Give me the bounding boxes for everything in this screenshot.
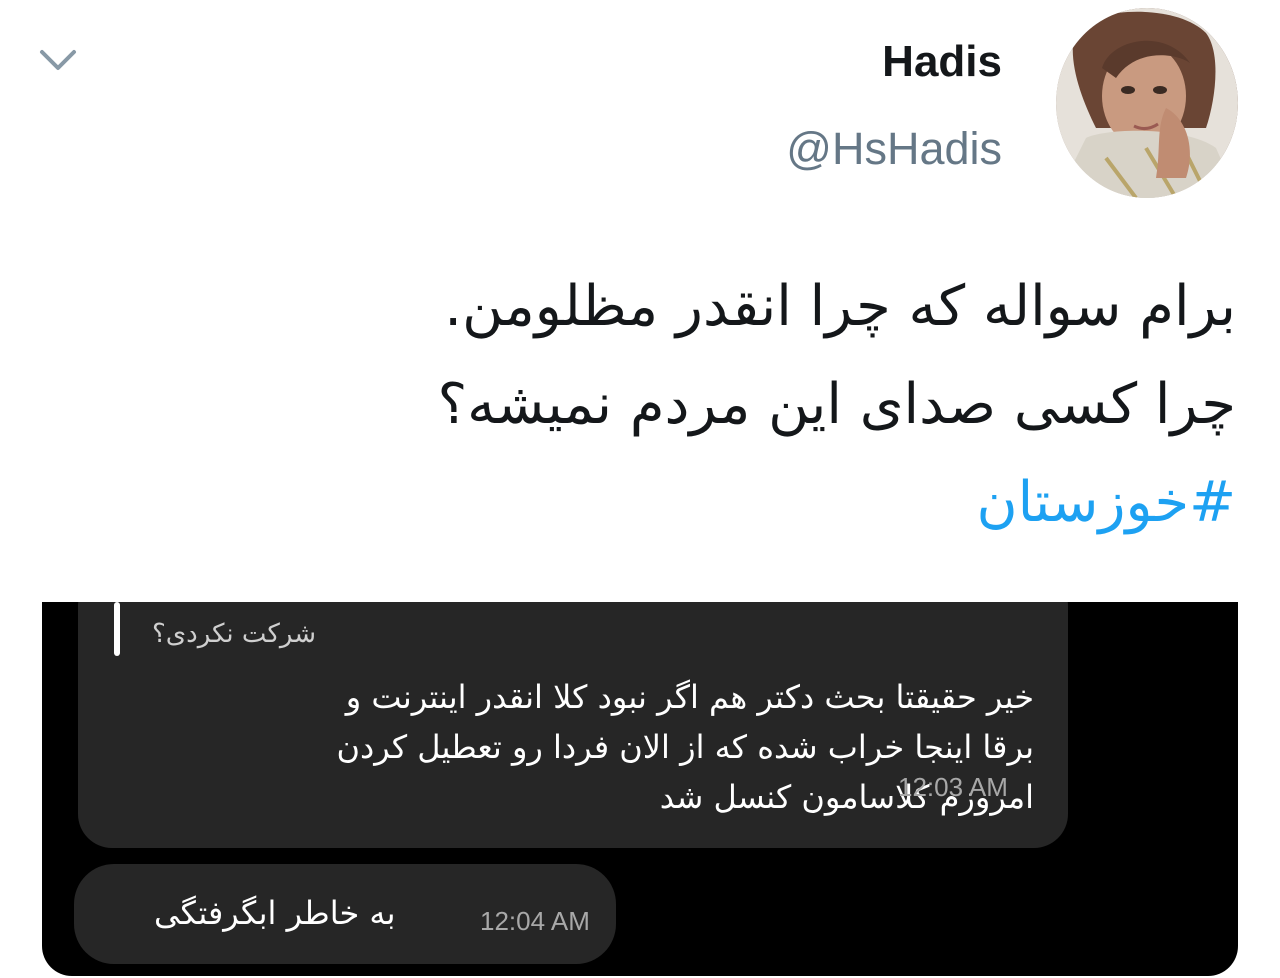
message-line: امروزم کلاسامون کنسل شد: [659, 778, 1034, 816]
message-text: به خاطر ابگرفتگی: [154, 894, 396, 932]
tweet-page: Hadis @HsHadis برام سواله که چرا انقدر م…: [0, 0, 1280, 978]
chevron-down-icon[interactable]: [36, 42, 80, 78]
message-line: برقا اینجا خراب شده که از الان فردا رو ت…: [336, 728, 1034, 766]
user-handle[interactable]: @HsHadis: [786, 120, 1002, 178]
display-name[interactable]: Hadis: [882, 34, 1002, 90]
quoted-message: شرکت نکردی؟: [152, 619, 316, 649]
message-text: خیر حقیقتا بحث دکتر هم اگر نبود کلا انقد…: [112, 672, 1034, 822]
message-timestamp: 12:03 AM: [898, 772, 1008, 802]
hashtag-link[interactable]: #خوزستان: [236, 454, 1236, 552]
message-line: خیر حقیقتا بحث دکتر هم اگر نبود کلا انقد…: [345, 678, 1034, 716]
tweet-line: چرا کسی صدای این مردم نمیشه؟: [437, 372, 1236, 437]
chat-message-bubble: شرکت نکردی؟ خیر حقیقتا بحث دکتر هم اگر ن…: [78, 602, 1068, 848]
message-timestamp: 12:04 AM: [480, 906, 590, 936]
chat-screenshot-image[interactable]: شرکت نکردی؟ خیر حقیقتا بحث دکتر هم اگر ن…: [42, 602, 1238, 976]
avatar[interactable]: [1056, 8, 1238, 198]
tweet-text: برام سواله که چرا انقدر مظلومن. چرا کسی …: [236, 258, 1236, 552]
chat-message-bubble: به خاطر ابگرفتگی 12:04 AM: [74, 864, 616, 964]
tweet-line: برام سواله که چرا انقدر مظلومن.: [444, 274, 1236, 339]
reply-quote-bar: [114, 602, 120, 656]
